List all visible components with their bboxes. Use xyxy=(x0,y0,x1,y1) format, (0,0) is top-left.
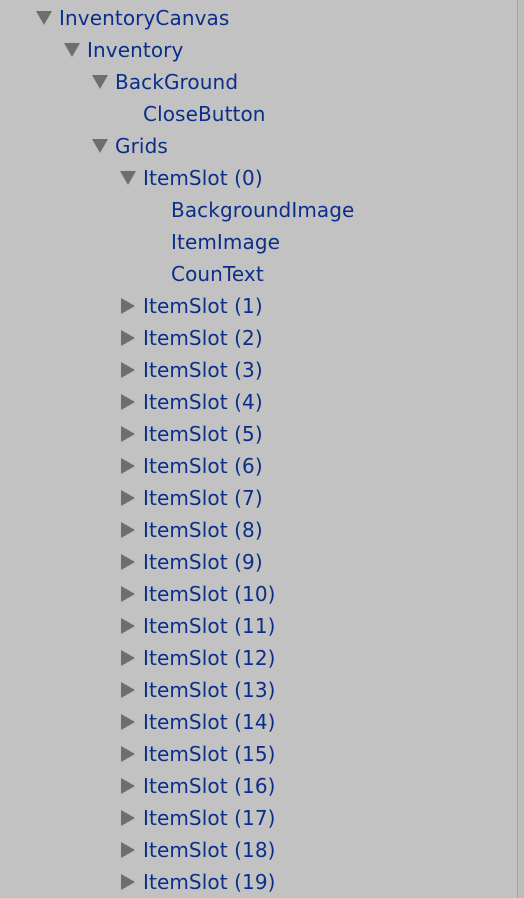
tree-item-label: ItemSlot (5) xyxy=(143,422,263,446)
tree-item-itemslot-4[interactable]: ItemSlot (4) xyxy=(0,386,518,418)
tree-item-itemslot-13[interactable]: ItemSlot (13) xyxy=(0,674,518,706)
triangle-right-icon[interactable] xyxy=(120,874,136,890)
triangle-right-icon[interactable] xyxy=(120,586,136,602)
triangle-right-icon[interactable] xyxy=(120,362,136,378)
tree-item-itemslot-10[interactable]: ItemSlot (10) xyxy=(0,578,518,610)
tree-item-label: ItemSlot (10) xyxy=(143,582,276,606)
tree-item-label: ItemSlot (14) xyxy=(143,710,276,734)
tree-item-label: Inventory xyxy=(87,38,184,62)
tree-item-label: CloseButton xyxy=(143,102,266,126)
tree-item-label: ItemSlot (17) xyxy=(143,806,276,830)
tree-item-itemslot-19[interactable]: ItemSlot (19) xyxy=(0,866,518,898)
tree-item-close-button[interactable]: CloseButton xyxy=(0,98,518,130)
tree-item-label: ItemSlot (2) xyxy=(143,326,263,350)
triangle-right-icon[interactable] xyxy=(120,554,136,570)
tree-item-background[interactable]: BackGround xyxy=(0,66,518,98)
tree-item-label: Grids xyxy=(115,134,168,158)
triangle-right-icon[interactable] xyxy=(120,682,136,698)
tree-item-itemslot-11[interactable]: ItemSlot (11) xyxy=(0,610,518,642)
tree-item-label: BackgroundImage xyxy=(171,198,355,222)
tree-item-coun-text[interactable]: CounText xyxy=(0,258,518,290)
tree-item-itemslot-16[interactable]: ItemSlot (16) xyxy=(0,770,518,802)
tree-item-label: ItemSlot (7) xyxy=(143,486,263,510)
triangle-down-icon[interactable] xyxy=(92,74,108,90)
tree-item-label: ItemSlot (3) xyxy=(143,358,263,382)
tree-item-label: ItemSlot (6) xyxy=(143,454,263,478)
triangle-right-icon[interactable] xyxy=(120,618,136,634)
tree-item-label: ItemSlot (13) xyxy=(143,678,276,702)
tree-item-label: ItemSlot (19) xyxy=(143,870,276,894)
tree-item-itemslot-1[interactable]: ItemSlot (1) xyxy=(0,290,518,322)
tree-item-label: ItemSlot (16) xyxy=(143,774,276,798)
triangle-right-icon[interactable] xyxy=(120,426,136,442)
tree-item-label: ItemSlot (18) xyxy=(143,838,276,862)
tree-item-label: ItemSlot (11) xyxy=(143,614,276,638)
tree-item-label: ItemSlot (4) xyxy=(143,390,263,414)
triangle-right-icon[interactable] xyxy=(120,490,136,506)
scrollbar-track[interactable] xyxy=(517,0,524,898)
tree-item-itemslot-5[interactable]: ItemSlot (5) xyxy=(0,418,518,450)
tree-item-grids[interactable]: Grids xyxy=(0,130,518,162)
tree-item-itemslot-15[interactable]: ItemSlot (15) xyxy=(0,738,518,770)
tree-item-itemslot-8[interactable]: ItemSlot (8) xyxy=(0,514,518,546)
triangle-right-icon[interactable] xyxy=(120,842,136,858)
tree-item-label: ItemSlot (1) xyxy=(143,294,263,318)
triangle-down-icon[interactable] xyxy=(36,10,52,26)
tree-item-itemslot-7[interactable]: ItemSlot (7) xyxy=(0,482,518,514)
tree-item-itemslot-3[interactable]: ItemSlot (3) xyxy=(0,354,518,386)
hierarchy-tree: InventoryCanvas Inventory BackGround CloseB… xyxy=(0,2,518,898)
triangle-right-icon[interactable] xyxy=(120,714,136,730)
tree-item-label: ItemImage xyxy=(171,230,281,254)
tree-item-itemslot-6[interactable]: ItemSlot (6) xyxy=(0,450,518,482)
tree-item-itemslot-0[interactable]: ItemSlot (0) xyxy=(0,162,518,194)
triangle-right-icon[interactable] xyxy=(120,810,136,826)
triangle-right-icon[interactable] xyxy=(120,522,136,538)
tree-item-itemslot-12[interactable]: ItemSlot (12) xyxy=(0,642,518,674)
tree-item-label: ItemSlot (9) xyxy=(143,550,263,574)
triangle-right-icon[interactable] xyxy=(120,298,136,314)
tree-item-background-image[interactable]: BackgroundImage xyxy=(0,194,518,226)
triangle-right-icon[interactable] xyxy=(120,330,136,346)
tree-item-itemslot-9[interactable]: ItemSlot (9) xyxy=(0,546,518,578)
tree-item-item-image[interactable]: ItemImage xyxy=(0,226,518,258)
triangle-right-icon[interactable] xyxy=(120,650,136,666)
tree-item-inventory-canvas[interactable]: InventoryCanvas xyxy=(0,2,518,34)
tree-item-label: InventoryCanvas xyxy=(59,6,230,30)
triangle-down-icon[interactable] xyxy=(120,170,136,186)
triangle-right-icon[interactable] xyxy=(120,394,136,410)
triangle-down-icon[interactable] xyxy=(92,138,108,154)
tree-item-inventory[interactable]: Inventory xyxy=(0,34,518,66)
tree-item-label: ItemSlot (8) xyxy=(143,518,263,542)
tree-item-itemslot-14[interactable]: ItemSlot (14) xyxy=(0,706,518,738)
tree-item-label: ItemSlot (15) xyxy=(143,742,276,766)
tree-item-itemslot-17[interactable]: ItemSlot (17) xyxy=(0,802,518,834)
tree-item-label: ItemSlot (12) xyxy=(143,646,276,670)
tree-item-itemslot-2[interactable]: ItemSlot (2) xyxy=(0,322,518,354)
triangle-right-icon[interactable] xyxy=(120,778,136,794)
tree-item-label: CounText xyxy=(171,262,264,286)
tree-item-label: ItemSlot (0) xyxy=(143,166,263,190)
triangle-down-icon[interactable] xyxy=(64,42,80,58)
triangle-right-icon[interactable] xyxy=(120,746,136,762)
tree-item-label: BackGround xyxy=(115,70,239,94)
triangle-right-icon[interactable] xyxy=(120,458,136,474)
tree-item-itemslot-18[interactable]: ItemSlot (18) xyxy=(0,834,518,866)
